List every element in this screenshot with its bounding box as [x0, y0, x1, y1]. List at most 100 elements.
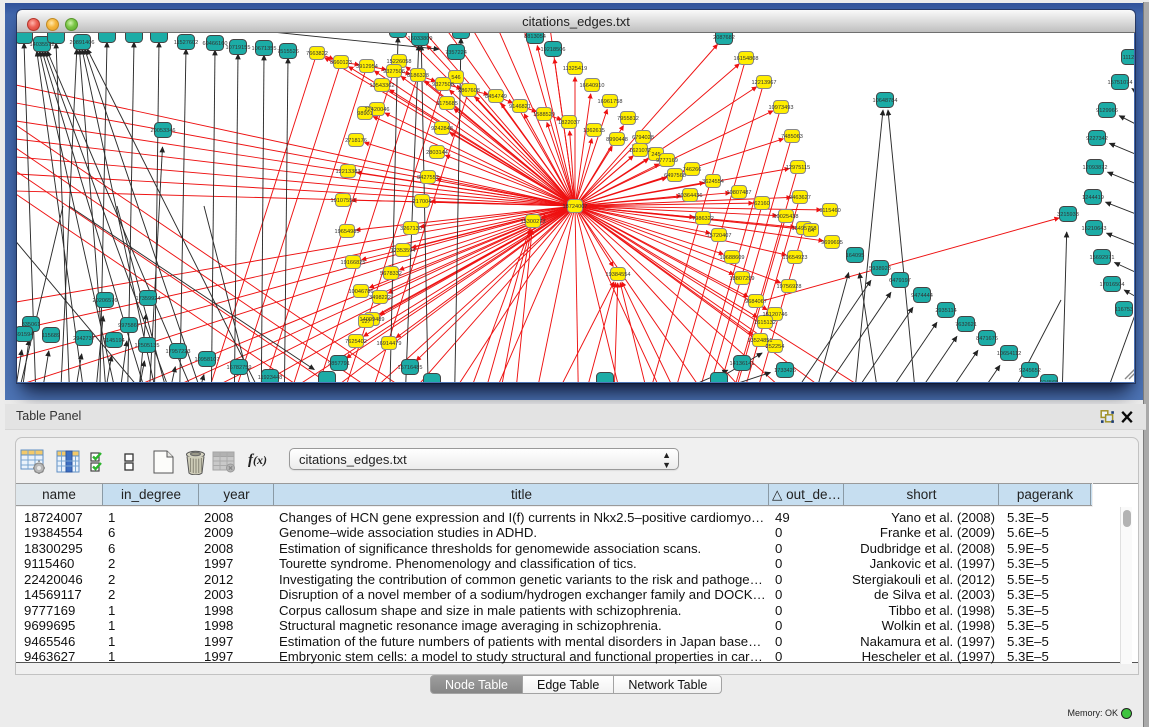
svg-text:12505135: 12505135: [135, 343, 160, 349]
svg-text:14035572: 14035572: [30, 42, 55, 48]
svg-text:9227342: 9227342: [1086, 136, 1108, 142]
svg-text:391594: 391594: [17, 332, 33, 338]
svg-text:16210643: 16210643: [1082, 226, 1107, 232]
svg-text:10648784: 10648784: [873, 98, 898, 104]
svg-text:19756928: 19756928: [777, 284, 802, 290]
svg-text:2867608: 2867608: [458, 88, 480, 94]
svg-text:3267130: 3267130: [400, 226, 422, 232]
svg-text:10654112: 10654112: [997, 351, 1021, 357]
svg-text:2803144: 2803144: [426, 150, 448, 156]
svg-text:2935114: 2935114: [935, 308, 956, 314]
svg-text:8990448: 8990448: [606, 137, 628, 143]
svg-text:217004: 217004: [413, 199, 432, 205]
svg-text:2718176: 2718176: [345, 138, 367, 144]
svg-text:10671355: 10671355: [252, 46, 277, 52]
svg-text:16782759: 16782759: [227, 365, 252, 371]
svg-text:11325419: 11325419: [563, 66, 587, 72]
svg-text:9463627: 9463627: [789, 195, 811, 201]
svg-text:16120746: 16120746: [763, 312, 788, 318]
svg-text:2942737: 2942737: [73, 336, 95, 342]
svg-text:8454749: 8454749: [485, 94, 507, 100]
svg-text:19218506: 19218506: [541, 47, 566, 53]
svg-text:7986322: 7986322: [692, 216, 714, 222]
svg-text:10719155: 10719155: [226, 45, 251, 51]
svg-text:9327508: 9327508: [432, 82, 454, 88]
svg-text:15300273: 15300273: [521, 219, 546, 225]
svg-text:15720407: 15720407: [707, 233, 732, 239]
svg-text:127: 127: [361, 319, 370, 325]
svg-text:11527602: 11527602: [174, 40, 198, 46]
svg-text:7515526: 7515526: [277, 49, 299, 55]
svg-text:8427552: 8427552: [417, 175, 439, 181]
svg-text:1362615: 1362615: [583, 128, 605, 134]
svg-text:3912954: 3912954: [356, 64, 378, 70]
svg-text:15692971: 15692971: [1090, 255, 1115, 261]
svg-text:20891406: 20891406: [70, 40, 95, 46]
svg-text:19654923: 19654923: [783, 255, 808, 261]
svg-text:20053346: 20053346: [151, 128, 176, 134]
svg-text:16154808: 16154808: [734, 56, 759, 62]
svg-text:98901: 98901: [357, 111, 373, 117]
svg-text:16961758: 16961758: [598, 99, 623, 105]
svg-text:6794028: 6794028: [632, 135, 654, 141]
svg-text:116753: 116753: [1115, 307, 1133, 313]
svg-text:20364436: 20364436: [678, 193, 703, 199]
svg-text:9242848: 9242848: [431, 126, 453, 132]
svg-text:3215933: 3215933: [1057, 212, 1079, 218]
svg-text:12975115: 12975115: [786, 165, 810, 171]
svg-text:7357224: 7357224: [445, 50, 467, 56]
svg-text:5938923: 5938923: [869, 266, 891, 272]
svg-text:69466160: 69466160: [203, 41, 228, 47]
svg-text:1244419: 1244419: [1082, 195, 1104, 201]
svg-text:10807487: 10807487: [727, 190, 752, 196]
svg-text:6479197: 6479197: [889, 278, 911, 284]
svg-text:10688609: 10688609: [720, 255, 745, 261]
svg-text:19166825: 19166825: [341, 260, 366, 266]
svg-text:10973493: 10973493: [769, 105, 794, 111]
svg-text:16640910: 16640910: [580, 83, 605, 89]
svg-text:9146821: 9146821: [509, 104, 531, 110]
svg-text:15226058: 15226058: [387, 59, 412, 65]
svg-text:14136141: 14136141: [730, 361, 755, 367]
svg-text:9857791: 9857791: [328, 361, 350, 367]
svg-text:1822037: 1822037: [558, 120, 580, 126]
svg-text:19384554: 19384554: [606, 272, 631, 278]
svg-text:12213967: 12213967: [752, 80, 777, 86]
svg-text:1733426: 1733426: [774, 368, 796, 374]
svg-text:18724007: 18724007: [563, 204, 588, 210]
svg-text:16914479: 16914479: [377, 341, 402, 347]
svg-text:15751074: 15751074: [1108, 80, 1133, 86]
svg-text:15716485: 15716485: [398, 365, 423, 371]
svg-text:20206576: 20206576: [93, 298, 118, 304]
svg-text:10543362: 10543362: [370, 83, 395, 89]
svg-text:9699695: 9699695: [821, 240, 843, 246]
svg-text:5678332: 5678332: [380, 271, 402, 277]
svg-text:115689: 115689: [42, 333, 60, 339]
svg-text:9474444: 9474444: [911, 293, 933, 299]
svg-text:1621072: 1621072: [629, 148, 651, 154]
svg-text:7955812: 7955812: [617, 116, 639, 122]
svg-text:12093872: 12093872: [1083, 165, 1108, 171]
svg-text:17016504: 17016504: [1100, 282, 1125, 288]
svg-text:16033809: 16033809: [408, 36, 433, 42]
svg-text:11923448: 11923448: [258, 375, 282, 381]
svg-text:1615132: 1615132: [754, 320, 776, 326]
svg-text:9777169: 9777169: [656, 158, 678, 164]
svg-text:835061: 835061: [22, 322, 41, 328]
svg-text:18807299: 18807299: [730, 276, 755, 282]
svg-text:8471676: 8471676: [976, 336, 998, 342]
svg-text:1145194: 1145194: [103, 338, 124, 344]
svg-text:7485063: 7485063: [781, 134, 803, 140]
svg-text:9975867: 9975867: [118, 323, 140, 329]
svg-text:9115460: 9115460: [819, 208, 840, 214]
svg-text:7632621: 7632621: [955, 322, 977, 328]
svg-text:11123: 11123: [1123, 55, 1134, 61]
svg-text:12353594: 12353594: [391, 248, 416, 254]
svg-text:164095: 164095: [846, 253, 865, 259]
svg-text:3498222: 3498222: [369, 295, 391, 301]
svg-text:64: 64: [808, 228, 814, 234]
svg-text:7663822: 7663822: [306, 51, 328, 57]
svg-text:1588520: 1588520: [533, 112, 555, 118]
svg-text:9327506: 9327506: [383, 69, 405, 75]
svg-text:3624554: 3624554: [702, 179, 724, 185]
